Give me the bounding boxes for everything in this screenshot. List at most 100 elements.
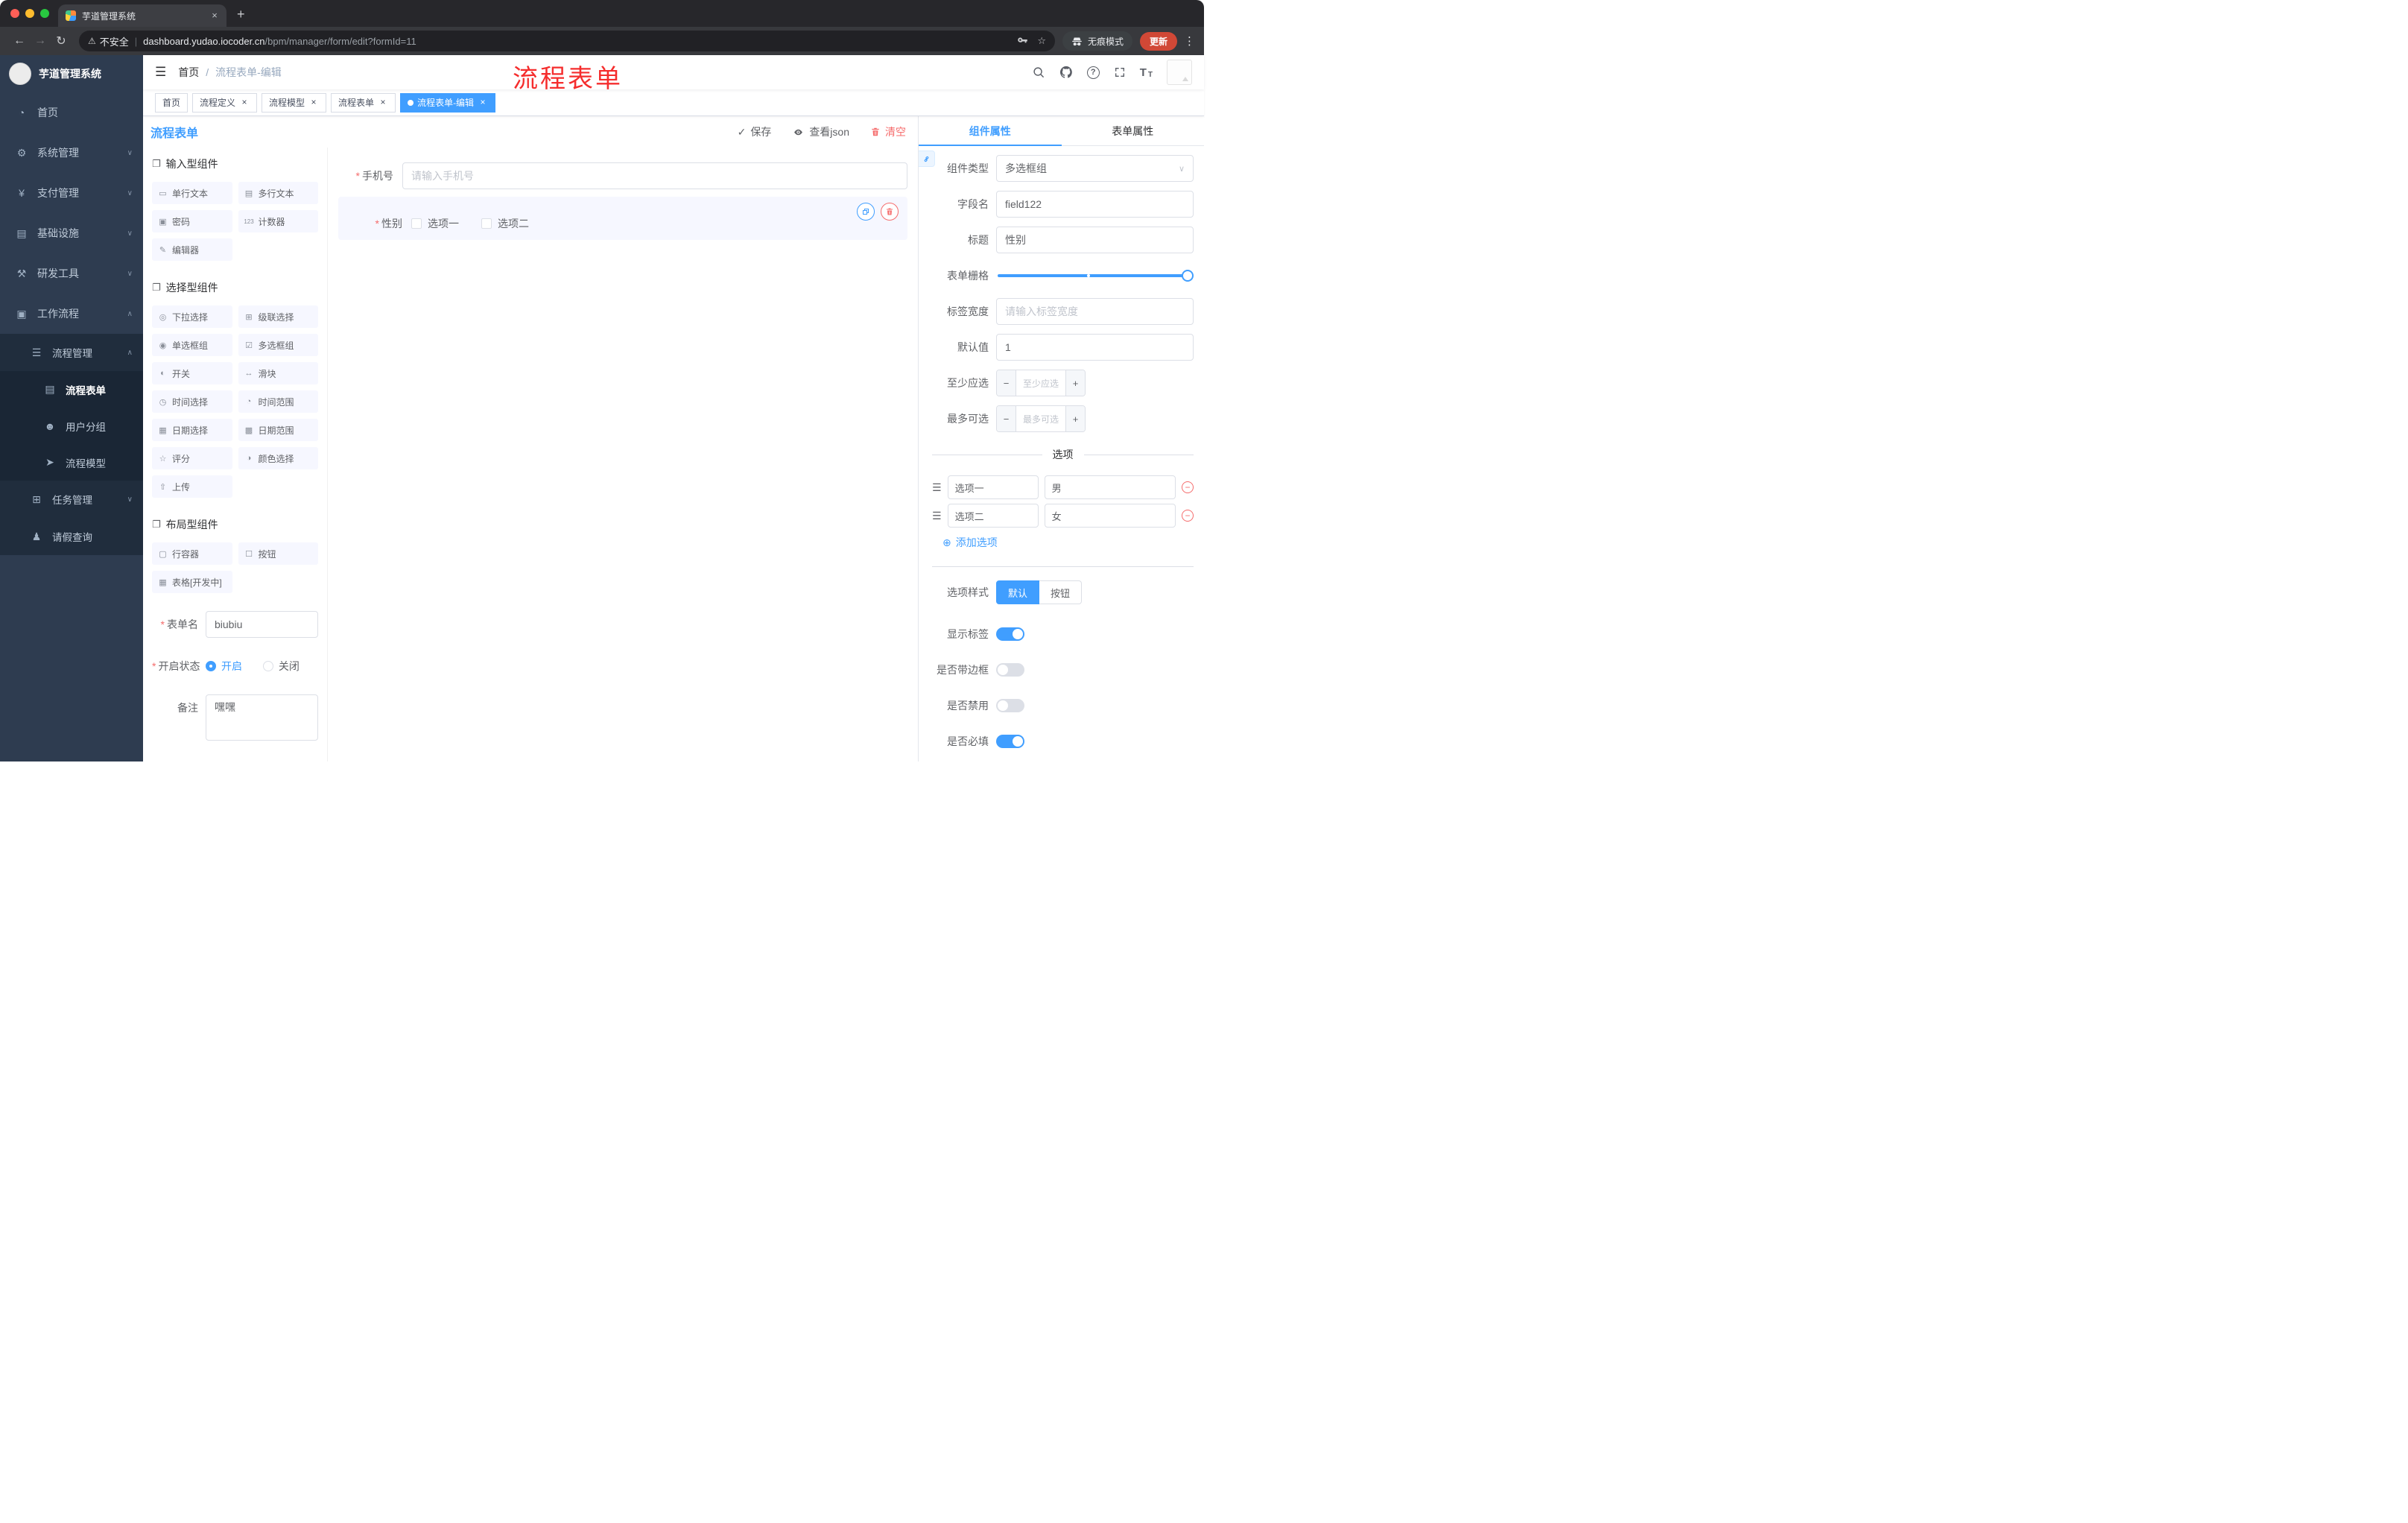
required-switch[interactable]: [996, 735, 1024, 748]
palette-item-counter[interactable]: 123 计数器: [238, 210, 318, 232]
tab-component-props[interactable]: 组件属性: [919, 116, 1062, 146]
clear-button[interactable]: 清空: [870, 124, 906, 139]
sidebar-item-devtools[interactable]: ⚒ 研发工具 ∨: [0, 253, 143, 294]
palette-item-date-range[interactable]: ▩ 日期范围: [238, 419, 318, 441]
tag-close-icon[interactable]: ×: [239, 97, 250, 108]
palette-item-switch[interactable]: ◐ 开关: [152, 362, 232, 384]
palette-item-radio-group[interactable]: ◉ 单选框组: [152, 334, 232, 356]
option-2-label-input[interactable]: [947, 504, 1039, 528]
sidebar-item-workflow[interactable]: ▣ 工作流程 ∧: [0, 294, 143, 334]
palette-item-upload[interactable]: ⇧ 上传: [152, 475, 232, 498]
sidebar-item-process-model[interactable]: ➤ 流程模型: [0, 444, 143, 481]
label-width-input[interactable]: [996, 298, 1194, 325]
component-type-select[interactable]: 多选框组 ∨: [996, 155, 1194, 182]
palette-item-button[interactable]: ☐ 按钮: [238, 542, 318, 565]
border-switch[interactable]: [996, 663, 1024, 677]
user-avatar[interactable]: [1167, 60, 1192, 85]
form-remark-textarea[interactable]: 嘿嘿: [206, 694, 318, 741]
view-json-button[interactable]: 查看json: [792, 124, 849, 139]
sidebar-item-infrastructure[interactable]: ▤ 基础设施 ∨: [0, 213, 143, 253]
slider-handle[interactable]: [1182, 270, 1194, 282]
security-label[interactable]: 不安全: [100, 34, 129, 48]
sidebar-toggle-icon[interactable]: ☰: [155, 65, 166, 80]
reload-button[interactable]: ↻: [51, 34, 72, 48]
tab-form-props[interactable]: 表单属性: [1062, 116, 1205, 145]
checkbox-option-1[interactable]: 选项一: [411, 216, 459, 231]
palette-item-slider[interactable]: ↔ 滑块: [238, 362, 318, 384]
delete-field-button[interactable]: [881, 203, 899, 221]
checkbox-option-2[interactable]: 选项二: [481, 216, 529, 231]
title-input[interactable]: [996, 227, 1194, 253]
drag-handle-icon[interactable]: ☰: [932, 510, 942, 522]
palette-item-table[interactable]: ▦ 表格[开发中]: [152, 571, 232, 593]
password-key-icon[interactable]: [1017, 36, 1028, 47]
show-label-switch[interactable]: [996, 627, 1024, 641]
fullscreen-icon[interactable]: [1114, 66, 1126, 78]
sidebar-item-payment[interactable]: ¥ 支付管理 ∨: [0, 173, 143, 213]
option-1-label-input[interactable]: [947, 475, 1039, 499]
tag-close-icon[interactable]: ×: [378, 97, 388, 108]
palette-item-cascader[interactable]: ⊞ 级联选择: [238, 305, 318, 328]
canvas-field-gender-selected[interactable]: * 性别 选项一 选项二: [338, 197, 907, 240]
window-minimize-button[interactable]: [25, 9, 34, 18]
new-tab-button[interactable]: +: [237, 7, 245, 22]
option-1-value-input[interactable]: [1044, 475, 1176, 499]
increase-button[interactable]: +: [1065, 406, 1085, 431]
sidebar-item-user-group[interactable]: ☻ 用户分组: [0, 408, 143, 444]
palette-item-password[interactable]: ▣ 密码: [152, 210, 232, 232]
tab-close-icon[interactable]: ×: [209, 10, 221, 22]
palette-item-checkbox-group[interactable]: ☑ 多选框组: [238, 334, 318, 356]
back-button[interactable]: ←: [9, 34, 30, 48]
palette-item-single-line-text[interactable]: ▭ 单行文本: [152, 182, 232, 204]
sidebar-item-process-management[interactable]: ☰ 流程管理 ∧: [0, 334, 143, 371]
sidebar-item-home[interactable]: ◔ 首页: [0, 92, 143, 133]
bookmark-star-icon[interactable]: ☆: [1037, 35, 1046, 47]
default-value-input[interactable]: [996, 334, 1194, 361]
tag-process-definition[interactable]: 流程定义 ×: [192, 92, 258, 113]
sidebar-item-process-form[interactable]: ▤ 流程表单: [0, 371, 143, 408]
decrease-button[interactable]: −: [997, 370, 1016, 396]
grid-slider[interactable]: [996, 262, 1194, 289]
sidebar-item-task-management[interactable]: ⊞ 任务管理 ∨: [0, 481, 143, 518]
window-zoom-button[interactable]: [40, 9, 49, 18]
palette-item-time-picker[interactable]: ◷ 时间选择: [152, 390, 232, 413]
address-bar[interactable]: ⚠ 不安全 | dashboard.yudao.iocoder.cn/bpm/m…: [79, 31, 1055, 51]
sidebar-item-system[interactable]: ⚙ 系统管理 ∨: [0, 133, 143, 173]
style-default-button[interactable]: 默认: [996, 580, 1040, 604]
browser-menu-icon[interactable]: ⋮: [1184, 34, 1195, 48]
palette-item-date-picker[interactable]: ▦ 日期选择: [152, 419, 232, 441]
tag-home[interactable]: 首页: [155, 92, 188, 113]
palette-item-color-picker[interactable]: ◑ 颜色选择: [238, 447, 318, 469]
form-name-input[interactable]: [206, 611, 318, 638]
chrome-update-button[interactable]: 更新: [1139, 31, 1177, 51]
increase-button[interactable]: +: [1065, 370, 1085, 396]
palette-item-time-range[interactable]: ◔ 时间范围: [238, 390, 318, 413]
decrease-button[interactable]: −: [997, 406, 1016, 431]
browser-tab[interactable]: 芋道管理系统 ×: [58, 4, 226, 27]
copy-field-button[interactable]: [857, 203, 875, 221]
link-field-button[interactable]: [919, 151, 935, 167]
search-icon[interactable]: [1033, 66, 1045, 79]
github-icon[interactable]: [1059, 66, 1073, 79]
tag-close-icon[interactable]: ×: [308, 97, 319, 108]
max-select-placeholder[interactable]: 最多可选: [1016, 406, 1065, 431]
tag-close-icon[interactable]: ×: [478, 97, 488, 108]
tag-process-model[interactable]: 流程模型 ×: [262, 92, 327, 113]
palette-item-select[interactable]: ◎ 下拉选择: [152, 305, 232, 328]
option-2-value-input[interactable]: [1044, 504, 1176, 528]
tag-process-form-edit[interactable]: 流程表单-编辑 ×: [400, 92, 496, 113]
status-on-radio[interactable]: 开启: [206, 653, 242, 680]
palette-item-rate[interactable]: ☆ 评分: [152, 447, 232, 469]
palette-item-editor[interactable]: ✎ 编辑器: [152, 238, 232, 261]
drag-handle-icon[interactable]: ☰: [932, 481, 942, 494]
phone-input[interactable]: [402, 162, 907, 189]
remove-option-button[interactable]: −: [1182, 481, 1194, 493]
sidebar-item-leave-query[interactable]: ♟ 请假查询: [0, 518, 143, 555]
forward-button[interactable]: →: [30, 34, 51, 48]
add-option-button[interactable]: ⊕ 添加选项: [942, 535, 1194, 550]
min-select-placeholder[interactable]: 至少应选: [1016, 370, 1065, 396]
field-name-input[interactable]: [996, 191, 1194, 218]
window-close-button[interactable]: [10, 9, 19, 18]
breadcrumb-home[interactable]: 首页: [178, 65, 199, 80]
canvas-field-phone[interactable]: * 手机号: [338, 162, 907, 189]
